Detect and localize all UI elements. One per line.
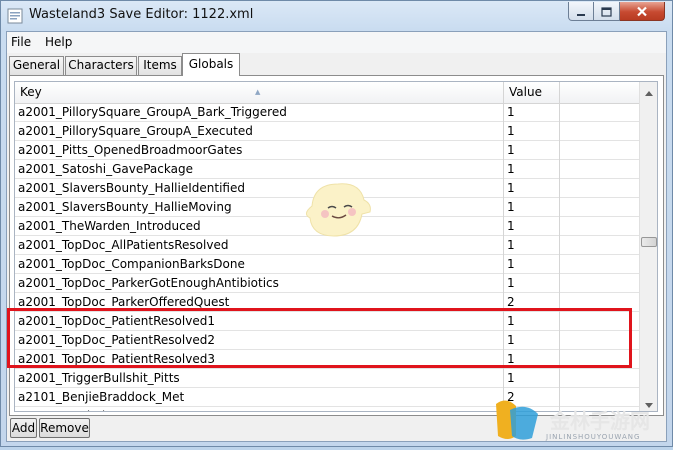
value-cell[interactable]: 1	[504, 198, 560, 217]
value-cell[interactable]: 1	[504, 331, 560, 350]
filler-cell	[560, 350, 641, 369]
filler-cell	[560, 369, 641, 388]
maximize-icon	[601, 2, 612, 21]
watermark-mascot-icon	[300, 178, 380, 252]
value-cell[interactable]: 1	[504, 369, 560, 388]
menu-help[interactable]: Help	[45, 35, 72, 49]
key-cell[interactable]: a2001_TopDoc_PatientResolved1	[15, 312, 504, 331]
value-cell[interactable]: 1	[504, 312, 560, 331]
key-cell[interactable]: a2101_BenjieBraddock_Met	[15, 388, 504, 407]
scrollbar-thumb[interactable]	[641, 237, 657, 247]
minimize-icon	[576, 2, 586, 21]
filler-cell	[560, 179, 641, 198]
tab-characters[interactable]: Characters	[65, 56, 137, 75]
value-cell[interactable]: 1	[504, 122, 560, 141]
value-cell[interactable]: 1	[504, 160, 560, 179]
remove-button[interactable]: Remove	[39, 418, 90, 438]
filler-cell	[560, 141, 641, 160]
minimize-button[interactable]	[568, 2, 594, 21]
key-cell[interactable]: a2001_TopDoc_PatientResolved3	[15, 350, 504, 369]
filler-cell	[560, 198, 641, 217]
table-row[interactable]: a2001_TopDoc_PatientResolved3 1	[15, 350, 641, 369]
key-cell[interactable]: a2101_BrothelPatron_State	[15, 407, 504, 411]
filler-cell	[560, 331, 641, 350]
window-title: Wasteland3 Save Editor: 1122.xml	[29, 7, 254, 22]
table-row[interactable]: a2001_TopDoc_ParkerGotEnoughAntibiotics 1	[15, 274, 641, 293]
value-cell[interactable]: 1	[504, 217, 560, 236]
filler-cell	[560, 217, 641, 236]
key-cell[interactable]: a2001_TopDoc_ParkerGotEnoughAntibiotics	[15, 274, 504, 293]
value-cell[interactable]: 1	[504, 179, 560, 198]
key-cell[interactable]: a2001_TopDoc_PatientResolved2	[15, 331, 504, 350]
grid-rows: a2001_PillorySquare_GroupA_Bark_Triggere…	[15, 103, 641, 411]
value-cell[interactable]: 1	[504, 274, 560, 293]
table-row[interactable]: a2001_TopDoc_PatientResolved1 1	[15, 312, 641, 331]
table-row[interactable]: a2001_Pitts_OpenedBroadmoorGates 1	[15, 141, 641, 160]
table-row[interactable]: a2001_TopDoc_CompanionBarksDone 1	[15, 255, 641, 274]
column-header-key-label: Key	[20, 85, 42, 99]
tab-globals[interactable]: Globals	[182, 53, 240, 76]
menu-bar: File Help	[7, 32, 666, 53]
value-cell[interactable]: 1	[504, 141, 560, 160]
value-cell[interactable]: 1	[504, 255, 560, 274]
table-row[interactable]: a2001_TopDoc_ParkerOfferedQuest 2	[15, 293, 641, 312]
key-cell[interactable]: a2001_TriggerBullshit_Pitts	[15, 369, 504, 388]
key-cell[interactable]: a2001_Satoshi_GavePackage	[15, 160, 504, 179]
watermark-site-subtitle: JINLINSHOUYOUWANG	[546, 433, 641, 441]
column-header-value-label: Value	[509, 85, 542, 99]
filler-cell	[560, 255, 641, 274]
tab-items[interactable]: Items	[138, 56, 182, 75]
vertical-scrollbar[interactable]	[639, 82, 657, 411]
key-cell[interactable]: a2001_PillorySquare_GroupA_Executed	[15, 122, 504, 141]
filler-cell	[560, 293, 641, 312]
key-cell[interactable]: a2001_TopDoc_AllPatientsResolved	[15, 236, 504, 255]
key-cell[interactable]: a2001_Pitts_OpenedBroadmoorGates	[15, 141, 504, 160]
column-header-key[interactable]: Key ▲	[15, 82, 504, 103]
value-cell[interactable]: 1	[504, 350, 560, 369]
maximize-button[interactable]	[594, 2, 620, 21]
key-cell[interactable]: a2001_SlaversBounty_HallieMoving	[15, 198, 504, 217]
grid-header: Key ▲ Value	[15, 82, 641, 104]
filler-cell	[560, 274, 641, 293]
key-cell[interactable]: a2001_TopDoc_ParkerOfferedQuest	[15, 293, 504, 312]
column-header-value[interactable]: Value	[504, 82, 560, 103]
scroll-up-icon	[644, 82, 653, 100]
key-cell[interactable]: a2001_TopDoc_CompanionBarksDone	[15, 255, 504, 274]
app-icon	[7, 8, 23, 24]
filler-cell	[560, 312, 641, 331]
value-cell[interactable]: 1	[504, 103, 560, 122]
scroll-up-button[interactable]	[640, 82, 657, 99]
title-bar[interactable]: Wasteland3 Save Editor: 1122.xml	[1, 1, 672, 31]
tab-general[interactable]: General	[9, 56, 64, 75]
key-cell[interactable]: a2001_SlaversBounty_HallieIdentified	[15, 179, 504, 198]
table-row[interactable]: a2001_TriggerBullshit_Pitts 1	[15, 369, 641, 388]
table-row[interactable]: a2001_Satoshi_GavePackage 1	[15, 160, 641, 179]
menu-file[interactable]: File	[11, 35, 31, 49]
tab-bar: General Characters Items Globals	[7, 53, 666, 76]
table-row[interactable]: a2001_TopDoc_PatientResolved2 1	[15, 331, 641, 350]
watermark-site-name: 金林手游网	[550, 409, 650, 433]
close-button[interactable]	[620, 2, 665, 21]
sort-ascending-icon: ▲	[255, 88, 261, 96]
filler-cell	[560, 236, 641, 255]
filler-cell	[560, 160, 641, 179]
filler-cell	[560, 103, 641, 122]
value-cell[interactable]: 1	[504, 236, 560, 255]
close-icon	[636, 2, 648, 21]
table-row[interactable]: a2001_PillorySquare_GroupA_Bark_Triggere…	[15, 103, 641, 122]
table-row[interactable]: a2001_PillorySquare_GroupA_Executed 1	[15, 122, 641, 141]
value-cell[interactable]: 2	[504, 293, 560, 312]
key-cell[interactable]: a2001_TheWarden_Introduced	[15, 217, 504, 236]
key-cell[interactable]: a2001_PillorySquare_GroupA_Bark_Triggere…	[15, 103, 504, 122]
add-button[interactable]: Add	[10, 418, 37, 438]
column-header-filler	[560, 82, 641, 103]
filler-cell	[560, 122, 641, 141]
